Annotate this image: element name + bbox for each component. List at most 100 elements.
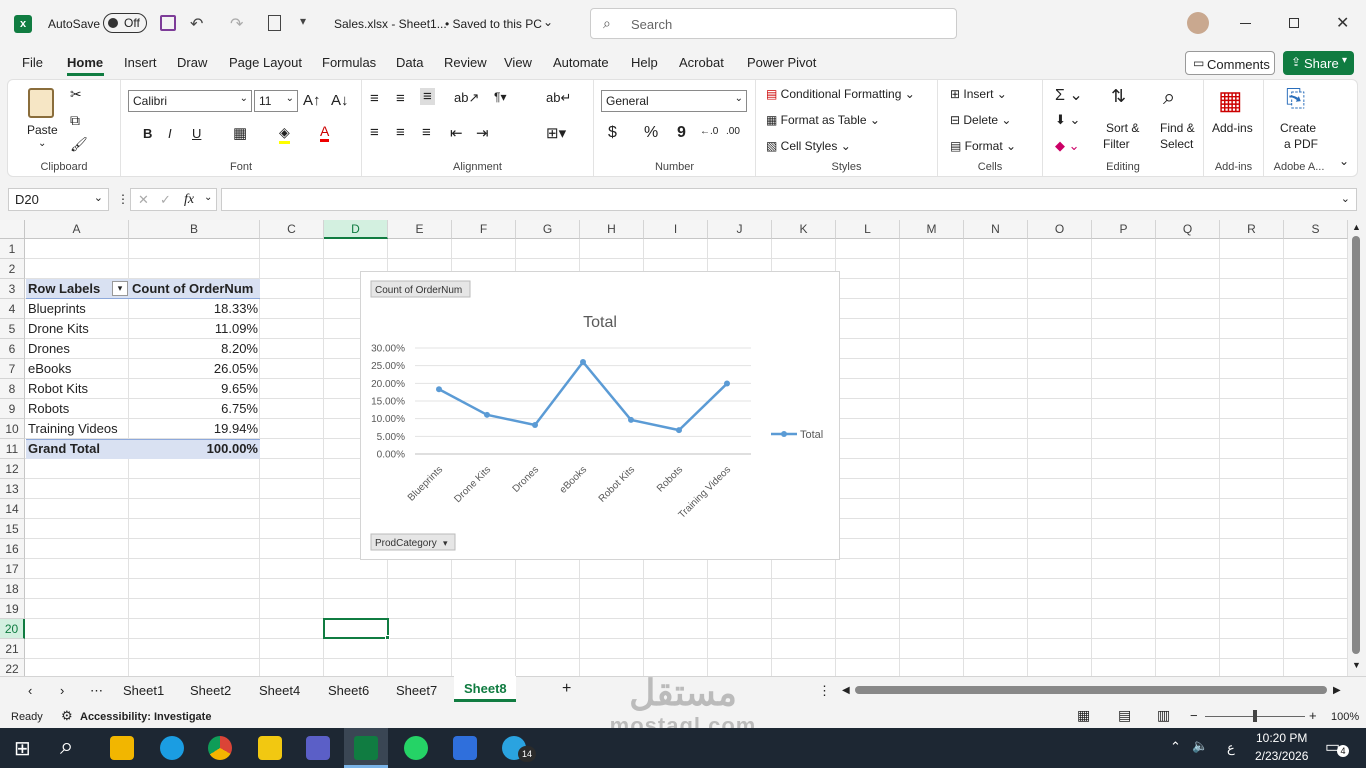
- pivot-row-label[interactable]: Robot Kits: [28, 379, 88, 399]
- wrap-text-icon[interactable]: ab↵: [546, 90, 571, 106]
- clock-date[interactable]: 2/23/2026: [1255, 749, 1308, 763]
- tab-draw[interactable]: Draw: [177, 55, 207, 70]
- align-center-icon[interactable]: ≡: [396, 124, 405, 141]
- pivot-row-label[interactable]: Robots: [28, 399, 69, 419]
- copy-icon[interactable]: ⧉: [70, 112, 80, 129]
- number-format-select[interactable]: General ⌄: [601, 90, 747, 112]
- data-point[interactable]: [532, 422, 538, 429]
- column-header-e[interactable]: E: [388, 220, 452, 239]
- create-pdf-label[interactable]: Create: [1280, 121, 1316, 135]
- pivot-row-value[interactable]: 11.09%: [132, 319, 258, 339]
- add-sheet-icon[interactable]: +: [562, 680, 571, 698]
- decrease-indent-icon[interactable]: ⇤: [450, 124, 463, 142]
- tab-data[interactable]: Data: [396, 55, 423, 70]
- pivot-row-labels-header[interactable]: Row Labels: [28, 279, 100, 299]
- sheet-tab-2[interactable]: Sheet2: [190, 683, 231, 698]
- column-header-a[interactable]: A: [25, 220, 129, 239]
- pivot-count-header[interactable]: Count of OrderNum: [132, 279, 253, 299]
- row-header-20[interactable]: 20: [0, 619, 25, 639]
- row-header-6[interactable]: 6: [0, 339, 25, 359]
- decrease-decimal-icon[interactable]: .00: [726, 126, 740, 137]
- sheet-tab-6[interactable]: Sheet6: [328, 683, 369, 698]
- chrome-icon[interactable]: [208, 736, 232, 760]
- row-header-16[interactable]: 16: [0, 539, 25, 559]
- row-header-10[interactable]: 10: [0, 419, 25, 439]
- data-point[interactable]: [724, 380, 730, 387]
- avatar[interactable]: [1187, 12, 1209, 34]
- column-header-k[interactable]: K: [772, 220, 836, 239]
- sheet-tab-7[interactable]: Sheet7: [396, 683, 437, 698]
- close-icon[interactable]: ✕: [1336, 13, 1349, 33]
- zoom-level[interactable]: 100%: [1331, 711, 1359, 723]
- row-header-22[interactable]: 22: [0, 659, 25, 676]
- rtl-icon[interactable]: ¶▾: [494, 90, 506, 104]
- pivot-row-value[interactable]: 19.94%: [132, 419, 258, 439]
- row-header-3[interactable]: 3: [0, 279, 25, 299]
- zoom-in-icon[interactable]: +: [1309, 708, 1317, 723]
- search-icon[interactable]: ⌕: [60, 733, 73, 761]
- pivot-row-label[interactable]: Training Videos: [28, 419, 118, 439]
- tab-review[interactable]: Review: [444, 55, 487, 70]
- app-icon[interactable]: [453, 736, 477, 760]
- increase-indent-icon[interactable]: ⇥: [476, 124, 489, 142]
- tab-power-pivot[interactable]: Power Pivot: [747, 55, 816, 70]
- scroll-thumb[interactable]: [1352, 236, 1360, 654]
- column-header-d[interactable]: D: [324, 220, 388, 239]
- show-hidden-icons[interactable]: ⌃: [1170, 739, 1181, 755]
- pivot-grand-total-value[interactable]: 100.00%: [132, 439, 258, 459]
- column-header-p[interactable]: P: [1092, 220, 1156, 239]
- pivot-row-value[interactable]: 26.05%: [132, 359, 258, 379]
- find-select-icon[interactable]: ⌕: [1163, 84, 1175, 110]
- column-header-i[interactable]: I: [644, 220, 708, 239]
- column-header-j[interactable]: J: [708, 220, 772, 239]
- filter-dropdown-icon[interactable]: ▾: [112, 281, 128, 296]
- tabs-options-icon[interactable]: ⋮: [818, 683, 831, 699]
- column-header-g[interactable]: G: [516, 220, 580, 239]
- font-color-icon[interactable]: A: [320, 123, 330, 142]
- pivot-row-label[interactable]: Drones: [28, 339, 70, 359]
- autosum-icon[interactable]: Σ ⌄: [1055, 85, 1083, 105]
- underline-button[interactable]: U: [192, 126, 201, 141]
- currency-button[interactable]: $: [608, 124, 617, 142]
- font-size-select[interactable]: 11 ⌄: [254, 90, 298, 112]
- column-header-h[interactable]: H: [580, 220, 644, 239]
- power-bi-icon[interactable]: [258, 736, 282, 760]
- row-header-1[interactable]: 1: [0, 239, 25, 259]
- sheet-tab-1[interactable]: Sheet1: [123, 683, 164, 698]
- align-left-icon[interactable]: ≡: [370, 124, 379, 141]
- normal-view-icon[interactable]: ▦: [1077, 707, 1090, 724]
- font-name-select[interactable]: Calibri ⌄: [128, 90, 252, 112]
- column-header-o[interactable]: O: [1028, 220, 1092, 239]
- tab-page-layout[interactable]: Page Layout: [229, 55, 302, 70]
- name-box[interactable]: D20 ⌄: [8, 188, 109, 211]
- pivot-row-value[interactable]: 8.20%: [132, 339, 258, 359]
- align-right-icon[interactable]: ≡: [422, 124, 431, 141]
- sheet-tab-4[interactable]: Sheet4: [259, 683, 300, 698]
- save-icon[interactable]: [160, 15, 176, 31]
- language-indicator[interactable]: ع: [1227, 740, 1235, 756]
- delete-cells-button[interactable]: ⊟ Delete ⌄: [950, 113, 1011, 127]
- pivot-row-label[interactable]: Blueprints: [28, 299, 86, 319]
- insert-cells-button[interactable]: ⊞ Insert ⌄: [950, 87, 1007, 101]
- teams-icon[interactable]: [306, 736, 330, 760]
- create-pdf-label-2[interactable]: a PDF: [1284, 137, 1318, 151]
- row-header-11[interactable]: 11: [0, 439, 25, 459]
- data-point[interactable]: [628, 416, 634, 423]
- pivot-grand-total-label[interactable]: Grand Total: [28, 439, 100, 459]
- row-header-21[interactable]: 21: [0, 639, 25, 659]
- tab-file[interactable]: File: [22, 55, 43, 70]
- series-line[interactable]: [438, 360, 728, 432]
- formula-input[interactable]: ⌄: [221, 188, 1357, 211]
- format-as-table-button[interactable]: ▦ Format as Table ⌄: [766, 113, 880, 127]
- column-header-q[interactable]: Q: [1156, 220, 1220, 239]
- sort-filter-icon[interactable]: ⇅: [1111, 86, 1126, 107]
- file-explorer-icon[interactable]: [110, 736, 134, 760]
- row-header-4[interactable]: 4: [0, 299, 25, 319]
- pivot-row-value[interactable]: 6.75%: [132, 399, 258, 419]
- chevron-down-icon[interactable]: ⌄: [38, 138, 46, 149]
- hscroll-right-icon[interactable]: ▶: [1333, 685, 1341, 696]
- row-header-19[interactable]: 19: [0, 599, 25, 619]
- sort-filter-label-2[interactable]: Filter: [1103, 137, 1130, 151]
- sheet-tab-8[interactable]: Sheet8: [454, 676, 516, 702]
- accessibility-status[interactable]: Accessibility: Investigate: [80, 711, 211, 723]
